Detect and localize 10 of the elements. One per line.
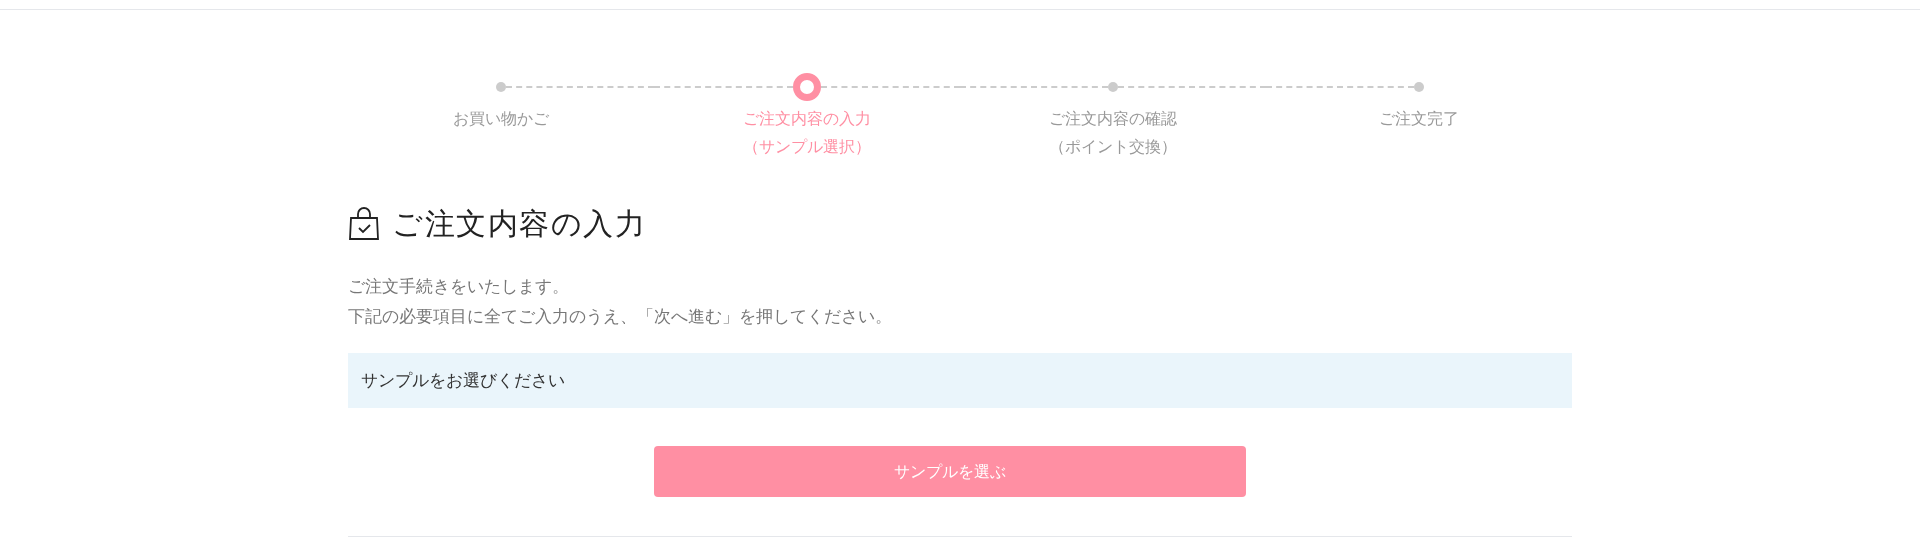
- notice-text: サンプルをお選びください: [361, 368, 565, 392]
- step-label: ご注文完了: [1379, 108, 1459, 130]
- intro-text: ご注文手続きをいたします。: [348, 275, 570, 298]
- shopping-bag-icon: [348, 206, 380, 241]
- page-heading: ご注文内容の入力: [392, 205, 646, 243]
- step-label: ご注文内容の入力 （サンプル選択）: [743, 108, 871, 158]
- choose-sample-button[interactable]: サンプルを選ぶ: [654, 446, 1246, 497]
- step-label: ご注文内容の確認 （ポイント交換）: [1049, 108, 1177, 158]
- step-label: お買い物かご: [453, 108, 549, 130]
- intro-text: 下記の必要項目に全てご入力のうえ、「次へ進む」を押してください。: [348, 305, 893, 328]
